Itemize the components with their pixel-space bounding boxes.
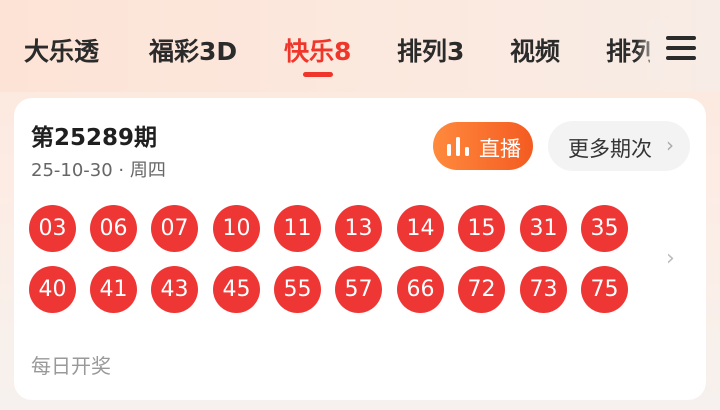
number-ball: 43 bbox=[151, 266, 198, 313]
lottery-tab-bar: 大乐透 福彩3D 快乐8 排列3 视频 排列5 bbox=[0, 0, 720, 92]
number-ball: 40 bbox=[29, 266, 76, 313]
number-ball: 07 bbox=[151, 205, 198, 252]
number-ball: 11 bbox=[274, 205, 321, 252]
more-issues-label: 更多期次 bbox=[568, 137, 652, 161]
number-ball: 72 bbox=[458, 266, 505, 313]
number-ball: 45 bbox=[213, 266, 260, 313]
number-ball: 41 bbox=[90, 266, 137, 313]
live-button-label: 直播 bbox=[479, 137, 521, 161]
number-ball: 73 bbox=[520, 266, 567, 313]
number-ball: 14 bbox=[397, 205, 444, 252]
number-ball: 35 bbox=[581, 205, 628, 252]
hamburger-menu-icon[interactable] bbox=[664, 32, 698, 64]
number-ball: 75 bbox=[581, 266, 628, 313]
number-ball: 06 bbox=[90, 205, 137, 252]
number-ball: 57 bbox=[335, 266, 382, 313]
more-issues-button[interactable]: 更多期次 › bbox=[548, 121, 690, 171]
bar-chart-icon bbox=[447, 137, 469, 156]
number-ball: 55 bbox=[274, 266, 321, 313]
tab-fucai-3d[interactable]: 福彩3D bbox=[149, 32, 237, 68]
draw-date: 25-10-30 · 周四 bbox=[31, 160, 166, 181]
number-ball: 03 bbox=[29, 205, 76, 252]
number-ball: 66 bbox=[397, 266, 444, 313]
draw-frequency-note: 每日开奖 bbox=[31, 354, 111, 378]
tab-daletou[interactable]: 大乐透 bbox=[24, 32, 99, 68]
tab-pailie-3[interactable]: 排列3 bbox=[397, 32, 464, 68]
tab-kuaile-8[interactable]: 快乐8 bbox=[284, 32, 351, 68]
active-tab-indicator bbox=[303, 72, 333, 77]
draw-result-card: 第25289期 25-10-30 · 周四 直播 更多期次 › 03 06 07… bbox=[14, 98, 706, 400]
tab-overflow-fade bbox=[636, 20, 666, 80]
number-ball: 10 bbox=[213, 205, 260, 252]
tab-video[interactable]: 视频 bbox=[510, 32, 560, 68]
live-button[interactable]: 直播 bbox=[433, 122, 533, 170]
number-ball: 13 bbox=[335, 205, 382, 252]
issue-number: 第25289期 bbox=[31, 125, 158, 151]
chevron-right-icon[interactable]: › bbox=[666, 246, 675, 271]
chevron-right-icon: › bbox=[666, 133, 674, 157]
number-ball: 15 bbox=[458, 205, 505, 252]
number-ball: 31 bbox=[520, 205, 567, 252]
